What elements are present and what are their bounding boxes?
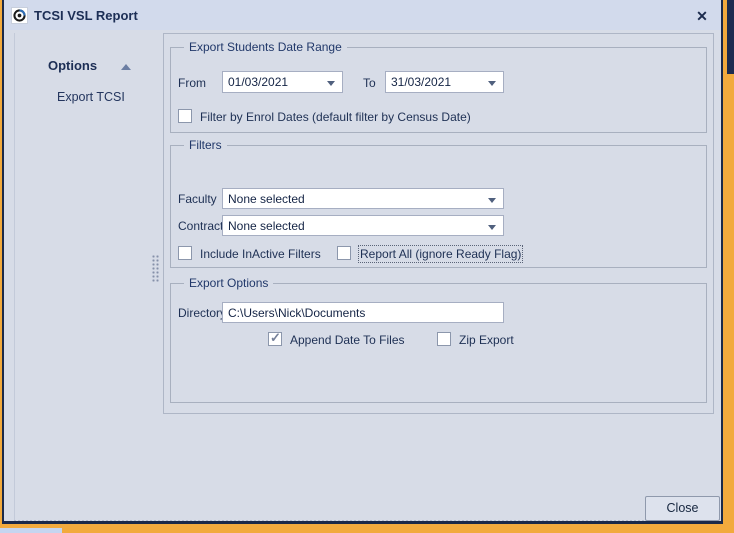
chevron-down-icon	[488, 198, 496, 203]
sidebar-group-options[interactable]: Options	[48, 58, 97, 73]
faculty-label: Faculty	[178, 192, 217, 206]
contract-dropdown[interactable]: None selected	[222, 215, 504, 236]
close-button[interactable]: Close	[645, 496, 720, 521]
append-date-to-files-label[interactable]: Append Date To Files	[290, 333, 405, 347]
app-logo-icon	[11, 7, 28, 24]
group-title: Filters	[184, 138, 227, 152]
group-title: Export Options	[184, 276, 273, 290]
to-label: To	[363, 76, 376, 90]
directory-input[interactable]: C:\Users\Nick\Documents	[222, 302, 504, 323]
include-inactive-filters-checkbox[interactable]: ✓	[178, 246, 192, 260]
to-date-value: 31/03/2021	[391, 75, 451, 89]
chevron-up-icon[interactable]	[121, 64, 131, 70]
check-icon: ✓	[270, 330, 281, 346]
close-icon[interactable]: ✕	[693, 7, 711, 25]
splitter-grip[interactable]	[152, 255, 160, 283]
zip-export-checkbox[interactable]: ✓	[437, 332, 451, 346]
filter-by-enrol-dates-label[interactable]: Filter by Enrol Dates (default filter by…	[200, 110, 471, 124]
to-date-dropdown[interactable]: 31/03/2021	[385, 71, 504, 93]
zip-export-label[interactable]: Zip Export	[459, 333, 514, 347]
faculty-dropdown[interactable]: None selected	[222, 188, 504, 209]
contract-label: Contract	[178, 219, 223, 233]
group-title: Export Students Date Range	[184, 40, 347, 54]
include-inactive-filters-label[interactable]: Include InActive Filters	[200, 247, 321, 261]
contract-value: None selected	[228, 219, 305, 233]
layout-divider-footer	[14, 520, 714, 521]
background-window-edge-top-right	[727, 0, 734, 74]
from-label: From	[178, 76, 206, 90]
sidebar-item-export-tcsi[interactable]: Export TCSI	[57, 90, 125, 104]
directory-value: C:\Users\Nick\Documents	[228, 306, 365, 320]
faculty-value: None selected	[228, 192, 305, 206]
title-bar: TCSI VSL Report ✕	[4, 0, 721, 30]
append-date-to-files-checkbox[interactable]: ✓	[268, 332, 282, 346]
dialog-title: TCSI VSL Report	[34, 8, 138, 23]
chevron-down-icon	[327, 81, 335, 86]
tcsi-vsl-report-dialog: TCSI VSL Report ✕ Options Export TCSI Ex…	[2, 0, 723, 524]
filter-by-enrol-dates-checkbox[interactable]: ✓	[178, 109, 192, 123]
background-window-edge-bottom-left	[0, 528, 62, 533]
directory-label: Directory	[178, 306, 226, 320]
report-all-checkbox[interactable]: ✓	[337, 246, 351, 260]
from-date-value: 01/03/2021	[228, 75, 288, 89]
chevron-down-icon	[488, 81, 496, 86]
layout-divider-left	[14, 33, 15, 520]
chevron-down-icon	[488, 225, 496, 230]
report-all-label[interactable]: Report All (ignore Ready Flag)	[360, 247, 521, 261]
from-date-dropdown[interactable]: 01/03/2021	[222, 71, 343, 93]
